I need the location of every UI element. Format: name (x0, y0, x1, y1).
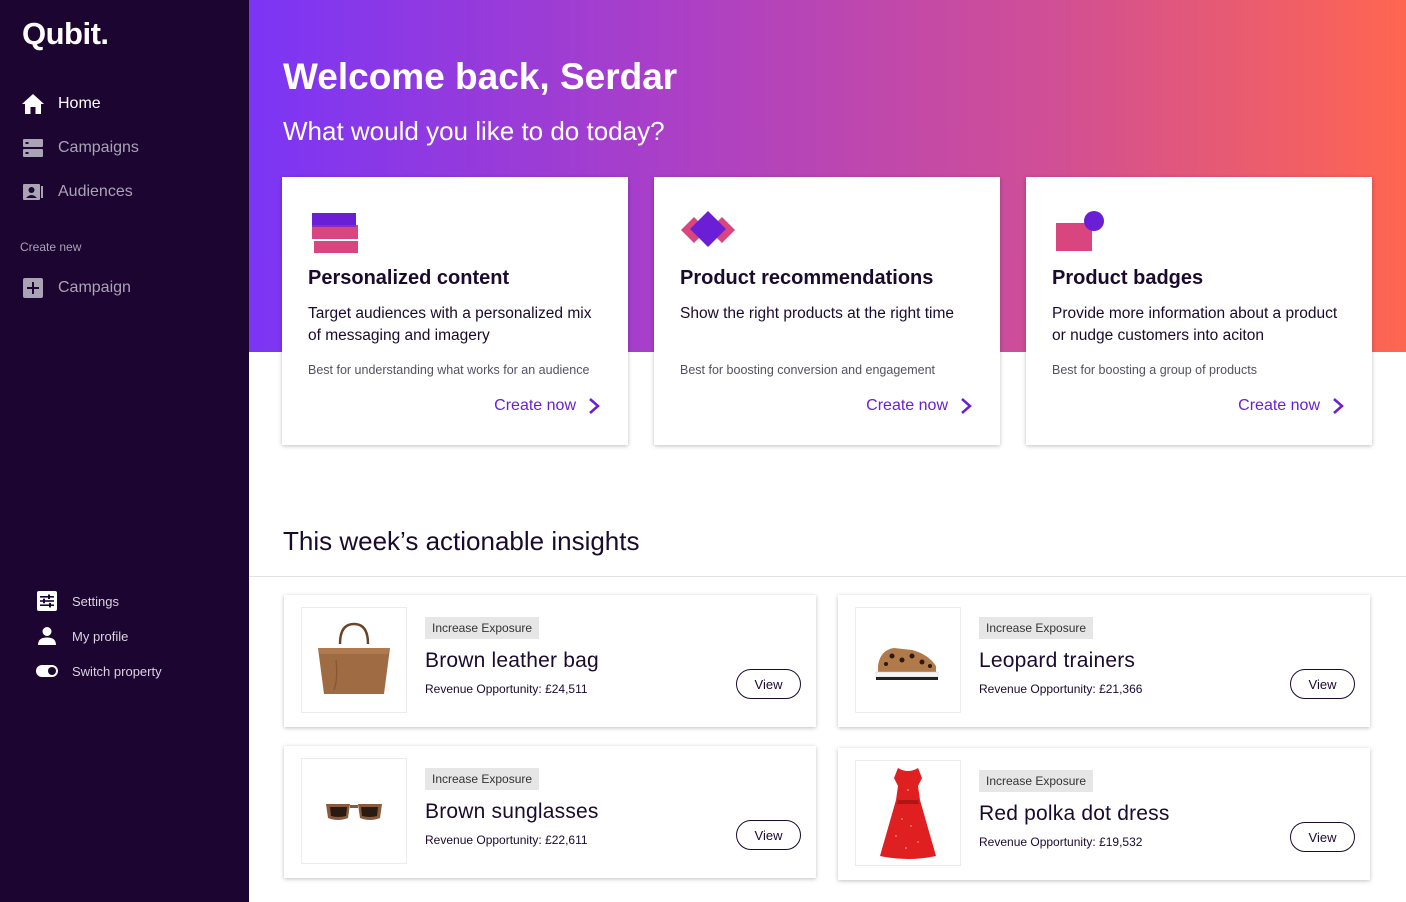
card-description: Show the right products at the right tim… (680, 305, 954, 322)
home-icon (20, 93, 46, 115)
sliders-icon (36, 591, 58, 611)
card-personalized-content[interactable]: Personalized content Target audiences wi… (282, 177, 628, 445)
welcome-subheading: What would you like to do today? (283, 116, 665, 146)
nav-item-campaigns[interactable]: Campaigns (20, 135, 139, 161)
trainers-image (855, 607, 961, 713)
insight-tag: Increase Exposure (979, 770, 1094, 792)
product-recommendations-icon (680, 209, 736, 253)
view-button[interactable]: View (1290, 669, 1355, 699)
nav-item-audiences[interactable]: Audiences (20, 179, 133, 205)
switch-property-link[interactable]: Switch property (36, 661, 162, 681)
product-name: Brown leather bag (425, 649, 599, 672)
insight-tag: Increase Exposure (979, 617, 1094, 639)
card-description: Provide more information about a product… (1052, 305, 1338, 344)
create-now-link[interactable]: Create now (866, 397, 972, 415)
product-badges-icon (1052, 209, 1108, 253)
settings-link[interactable]: Settings (36, 591, 119, 611)
bag-image (301, 607, 407, 713)
revenue-opportunity: Revenue Opportunity: £21,366 (979, 682, 1143, 696)
revenue-opportunity: Revenue Opportunity: £22,611 (425, 833, 588, 847)
plus-square-icon (20, 277, 46, 299)
card-title: Product recommendations (680, 267, 934, 289)
settings-label: Settings (72, 593, 119, 609)
my-profile-label: My profile (72, 628, 129, 644)
audiences-icon (20, 181, 46, 203)
product-name: Brown sunglasses (425, 800, 599, 823)
qubit-logo[interactable]: Qubit. (22, 16, 109, 52)
card-title: Personalized content (308, 267, 510, 289)
insight-card: Increase Exposure Brown leather bag Reve… (284, 595, 816, 727)
section-divider (249, 576, 1406, 577)
chevron-right-icon (588, 397, 600, 415)
view-button[interactable]: View (1290, 822, 1355, 852)
personalized-content-icon (308, 209, 364, 253)
card-note: Best for boosting a group of products (1052, 363, 1257, 377)
product-name: Leopard trainers (979, 649, 1136, 672)
welcome-heading: Welcome back, Serdar (283, 56, 678, 97)
insight-card: Increase Exposure Brown sunglasses Reven… (284, 746, 816, 878)
card-note: Best for understanding what works for an… (308, 363, 590, 377)
view-button[interactable]: View (736, 669, 801, 699)
create-now-label: Create now (866, 397, 948, 414)
revenue-opportunity: Revenue Opportunity: £19,532 (979, 835, 1143, 849)
nav-item-home[interactable]: Home (20, 91, 101, 117)
nav-item-label: Home (58, 95, 101, 112)
revenue-opportunity: Revenue Opportunity: £24,511 (425, 682, 588, 696)
card-title: Product badges (1052, 267, 1204, 289)
nav-item-label: Audiences (58, 183, 133, 200)
create-now-label: Create now (494, 397, 576, 414)
user-icon (36, 626, 58, 646)
nav-item-label: Campaigns (58, 139, 139, 156)
insight-tag: Increase Exposure (425, 617, 540, 639)
switch-property-label: Switch property (72, 663, 162, 679)
create-campaign-item[interactable]: Campaign (20, 275, 131, 301)
card-description: Target audiences with a personalized mix… (308, 305, 592, 344)
card-product-badges[interactable]: Product badges Provide more information … (1026, 177, 1372, 445)
create-item-label: Campaign (58, 279, 131, 296)
create-new-label: Create new (20, 240, 82, 254)
product-name: Red polka dot dress (979, 802, 1170, 825)
chevron-right-icon (1332, 397, 1344, 415)
insight-card: Increase Exposure Leopard trainers Reven… (838, 595, 1370, 727)
insights-heading: This week’s actionable insights (283, 526, 640, 556)
sidebar: Qubit. Home Campaigns Audiences Create n… (0, 0, 249, 902)
dress-image (855, 760, 961, 866)
toggle-icon (36, 661, 58, 681)
my-profile-link[interactable]: My profile (36, 626, 128, 646)
insight-card: Increase Exposure Red polka dot dress Re… (838, 748, 1370, 880)
campaigns-icon (20, 137, 46, 159)
chevron-right-icon (960, 397, 972, 415)
view-button[interactable]: View (736, 820, 801, 850)
card-product-recommendations[interactable]: Product recommendations Show the right p… (654, 177, 1000, 445)
create-now-link[interactable]: Create now (1238, 397, 1344, 415)
insight-tag: Increase Exposure (425, 768, 540, 790)
create-now-link[interactable]: Create now (494, 397, 600, 415)
sunglasses-image (301, 758, 407, 864)
card-note: Best for boosting conversion and engagem… (680, 363, 936, 377)
create-now-label: Create now (1238, 397, 1320, 414)
